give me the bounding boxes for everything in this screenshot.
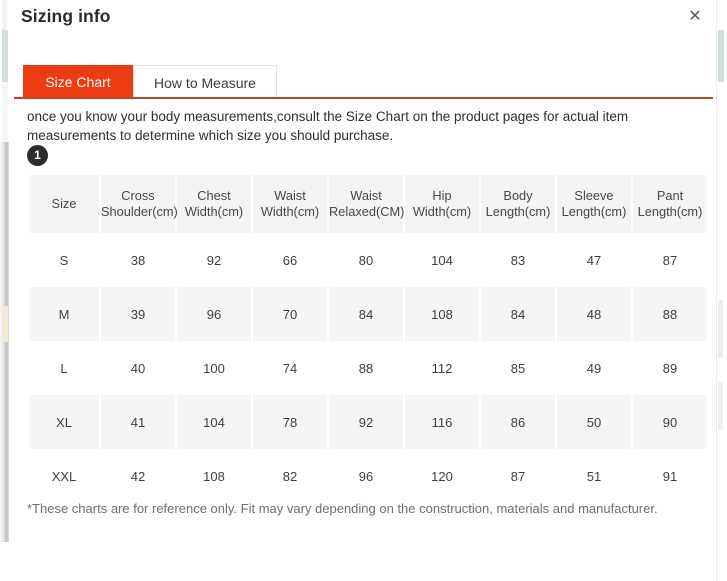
scrollbar-track [716, 0, 717, 581]
table-cell: 84 [329, 287, 403, 341]
intro-text: once you know your body measurements,con… [27, 109, 629, 143]
tab-size-chart[interactable]: Size Chart [23, 65, 133, 99]
tab-how-to-measure[interactable]: How to Measure [133, 65, 277, 99]
table-row: XL 41 104 78 92 116 86 50 90 [29, 395, 707, 449]
table-cell: 82 [253, 449, 327, 503]
background-strip [0, 142, 9, 542]
table-cell: 108 [405, 287, 479, 341]
footnote-text: *These charts are for reference only. Fi… [27, 501, 658, 516]
scrollbar-thumb[interactable] [718, 300, 723, 358]
step-badge: 1 [27, 145, 48, 166]
table-cell: 74 [253, 341, 327, 395]
table-row: M 39 96 70 84 108 84 48 88 [29, 287, 707, 341]
table-cell: 80 [329, 233, 403, 287]
table-cell: 108 [177, 449, 251, 503]
table-cell: 85 [481, 341, 555, 395]
table-head: Size Cross Shoulder(cm) Chest Width(cm) Wai… [29, 175, 707, 233]
table-cell: 90 [633, 395, 707, 449]
table-cell: 86 [481, 395, 555, 449]
table-cell: 92 [329, 395, 403, 449]
table-column-header: Waist Relaxed(CM) [329, 175, 404, 233]
table-cell: 38 [101, 233, 175, 287]
table-cell: 84 [481, 287, 555, 341]
table-cell: 48 [557, 287, 631, 341]
background-strip [2, 306, 8, 342]
table-cell: 66 [253, 233, 327, 287]
table-cell: 47 [557, 233, 631, 287]
table-cell: 112 [405, 341, 479, 395]
background-strip [2, 30, 8, 82]
table-column-header: Waist Width(cm) [253, 175, 327, 233]
table-cell: 116 [405, 395, 479, 449]
table-column-header: Hip Width(cm) [405, 175, 479, 233]
table-cell: 89 [633, 341, 707, 395]
table-cell-size: L [29, 341, 99, 395]
table-cell: 39 [101, 287, 175, 341]
table-cell: 96 [177, 287, 251, 341]
table-cell: 87 [633, 233, 707, 287]
table-cell: 42 [101, 449, 175, 503]
table-column-header: Chest Width(cm) [177, 175, 251, 233]
close-icon[interactable]: ✕ [683, 4, 707, 28]
background-strip [2, 0, 7, 30]
table-cell-size: S [29, 233, 99, 287]
background-strip [2, 82, 8, 142]
scrollbar-thumb[interactable] [718, 382, 723, 430]
table-column-header: Pant Length(cm) [633, 175, 707, 233]
table-cell: 40 [101, 341, 175, 395]
table-cell: 78 [253, 395, 327, 449]
table-column-header: Body Length(cm) [481, 175, 555, 233]
table-cell: 49 [557, 341, 631, 395]
table-cell-size: XXL [29, 449, 99, 503]
table-cell: 88 [329, 341, 403, 395]
table-cell: 92 [177, 233, 251, 287]
table-cell: 41 [101, 395, 175, 449]
sizing-info-modal: Sizing info ✕ Size Chart How to Measure … [14, 0, 713, 581]
table-cell: 87 [481, 449, 555, 503]
page-scrollbar[interactable] [713, 0, 727, 581]
table-cell: 91 [633, 449, 707, 503]
table-cell-size: M [29, 287, 99, 341]
table-cell: 104 [177, 395, 251, 449]
background-page-left-edge [0, 0, 14, 581]
table-cell: 51 [557, 449, 631, 503]
table-cell: 83 [481, 233, 555, 287]
table-cell: 50 [557, 395, 631, 449]
table-cell: 96 [329, 449, 403, 503]
table-cell: 88 [633, 287, 707, 341]
table-row: S 38 92 66 80 104 83 47 87 [29, 233, 707, 287]
table-row: XXL 42 108 82 96 120 87 51 91 [29, 449, 707, 503]
size-chart-table-wrap: Size Cross Shoulder(cm) Chest Width(cm) Wai… [27, 175, 707, 503]
table-cell-size: XL [29, 395, 99, 449]
table-cell: 100 [177, 341, 251, 395]
tab-bar: Size Chart How to Measure [14, 65, 713, 99]
page-title: Sizing info [21, 6, 111, 26]
table-column-header: Cross Shoulder(cm) [101, 175, 178, 233]
size-chart-table: Size Cross Shoulder(cm) Chest Width(cm) Wai… [27, 175, 709, 503]
table-cell: 70 [253, 287, 327, 341]
table-cell: 104 [405, 233, 479, 287]
table-header-row: Size Cross Shoulder(cm) Chest Width(cm) Wai… [29, 175, 707, 233]
table-row: L 40 100 74 88 112 85 49 89 [29, 341, 707, 395]
table-column-header: Sleeve Length(cm) [557, 175, 631, 233]
table-cell: 120 [405, 449, 479, 503]
scrollbar-thumb[interactable] [718, 30, 724, 82]
tab-underline [14, 97, 713, 99]
table-column-header: Size [29, 175, 99, 233]
table-body: S 38 92 66 80 104 83 47 87 M 39 96 70 84 108 84 48 88 L 40 1… [29, 233, 707, 503]
